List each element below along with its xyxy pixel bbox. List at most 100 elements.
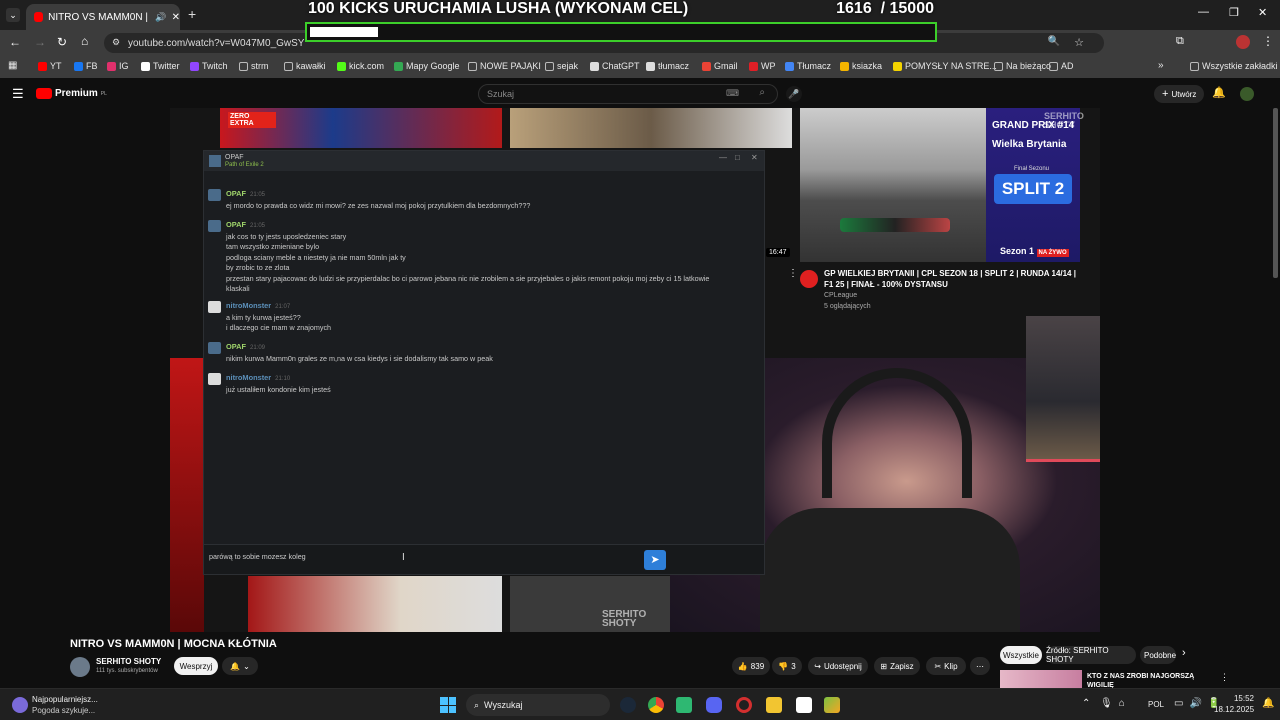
start-icon[interactable]	[440, 697, 456, 713]
next-video-title[interactable]: KTO Z NAS ZROBI NAJGORSZĄ WIGILIĘ	[1087, 672, 1197, 688]
share-button[interactable]: ↪ Udostępnij	[808, 657, 868, 675]
voice-search-icon[interactable]: 🎤	[786, 86, 802, 102]
steam-chat-window[interactable]: OPAF Path of Exile 2 — □ ✕ OPAF 21:05 ej m…	[203, 150, 765, 575]
weather-widget[interactable]: Najpopularniejsz... Pogoda szykuje...	[10, 693, 120, 717]
bookmark-2[interactable]: IG	[107, 61, 129, 71]
chat-maximize-icon[interactable]: □	[735, 153, 740, 162]
language-indicator[interactable]: POL	[1148, 700, 1164, 709]
more-bookmarks-icon[interactable]: »	[1158, 60, 1164, 71]
speaker-icon[interactable]: 🔊	[155, 12, 166, 23]
channel-avatar[interactable]	[70, 657, 90, 677]
create-button[interactable]: + Utwórz	[1154, 85, 1205, 103]
message-author[interactable]: OPAF	[226, 220, 246, 229]
bookmark-8[interactable]: Mapy Google	[394, 61, 460, 71]
site-info-icon[interactable]: ⚙	[112, 37, 120, 48]
clock[interactable]: 15:52 18.12.2025	[1214, 693, 1254, 715]
bookmark-10[interactable]: sejak	[545, 61, 578, 71]
apps-grid-icon[interactable]: ▦	[8, 60, 17, 71]
close-window-icon[interactable]: ✕	[1258, 6, 1267, 19]
send-icon[interactable]: ➤	[644, 550, 666, 570]
search-icon[interactable]: ⌕	[759, 87, 765, 98]
steam-icon[interactable]	[620, 697, 636, 713]
all-bookmarks-folder[interactable]: Wszystkie zakładki	[1190, 61, 1278, 71]
bookmark-11[interactable]: ChatGPT	[590, 61, 640, 71]
user-avatar[interactable]	[208, 189, 221, 201]
user-avatar[interactable]	[208, 220, 221, 232]
minimize-icon[interactable]: —	[1198, 6, 1209, 18]
notifications-dropdown[interactable]: 🔔 ⌄	[222, 657, 258, 675]
chat-close-icon[interactable]: ✕	[751, 153, 758, 162]
bookmark-9[interactable]: NOWE PAJĄKI	[468, 61, 541, 71]
bookmark-13[interactable]: Gmail	[702, 61, 738, 71]
shield-browser-icon[interactable]	[676, 697, 692, 713]
more-actions-button[interactable]: ⋯	[970, 657, 990, 675]
restore-icon[interactable]: ❐	[1229, 6, 1239, 19]
user-avatar[interactable]	[208, 342, 221, 354]
keyboard-icon[interactable]: ⌨	[726, 88, 739, 99]
recommendation-avatar[interactable]	[800, 270, 818, 288]
dislike-button[interactable]: 👎 3	[772, 657, 802, 675]
hamburger-menu-icon[interactable]: ☰	[12, 86, 24, 102]
opera-icon[interactable]	[736, 697, 752, 713]
chip-all[interactable]: Wszystkie	[1000, 646, 1042, 664]
channel-name[interactable]: SERHITO SHOTY	[96, 657, 161, 666]
recommendation-more-icon[interactable]: ⋮	[788, 268, 798, 279]
bookmark-5[interactable]: strm	[239, 61, 269, 71]
browser-tab[interactable]: NITRO VS MAMM0N | MOCN 🔊 ✕	[26, 4, 180, 30]
next-video-thumbnail[interactable]	[1000, 670, 1082, 688]
account-avatar[interactable]	[1240, 87, 1254, 101]
app-icon[interactable]	[824, 697, 840, 713]
bookmark-0[interactable]: YT	[38, 61, 62, 71]
notification-center-icon[interactable]: 🔔	[1262, 698, 1274, 709]
support-button[interactable]: Wesprzyj	[174, 657, 218, 675]
like-button[interactable]: 👍 839	[732, 657, 770, 675]
chip-source[interactable]: Źródło: SERHITO SHOTY	[1046, 646, 1136, 664]
bookmark-12[interactable]: tłumacz	[646, 61, 689, 71]
tray-overflow-icon[interactable]: ⌃	[1082, 698, 1090, 709]
forward-icon[interactable]: →	[34, 35, 46, 49]
bookmark-4[interactable]: Twitch	[190, 61, 228, 71]
bookmark-3[interactable]: Twitter	[141, 61, 180, 71]
message-author[interactable]: OPAF	[226, 189, 246, 198]
tab-search-button[interactable]: ⌄	[6, 8, 20, 22]
sidebar-scrollbar[interactable]	[1273, 108, 1278, 278]
chip-similar[interactable]: Podobne	[1140, 646, 1176, 664]
message-author[interactable]: OPAF	[226, 342, 246, 351]
bookmark-17[interactable]: POMYSŁY NA STRE...	[893, 61, 997, 71]
file-explorer-icon[interactable]	[766, 697, 782, 713]
bookmark-1[interactable]: FB	[74, 61, 98, 71]
taskbar-search[interactable]: ⌕ Wyszukaj	[466, 694, 610, 716]
message-author[interactable]: nitroMonster	[226, 301, 271, 310]
bookmark-6[interactable]: kawałki	[284, 61, 326, 71]
message-author[interactable]: nitroMonster	[226, 373, 271, 382]
capcut-icon[interactable]	[796, 697, 812, 713]
home-icon[interactable]: ⌂	[81, 34, 88, 48]
chat-input-field[interactable]: parówą to sobie mozesz koleg	[204, 544, 764, 574]
chips-next-icon[interactable]: ›	[1182, 647, 1186, 659]
friend-avatar[interactable]	[208, 301, 221, 313]
reload-icon[interactable]: ↻	[57, 35, 67, 49]
extensions-icon[interactable]: ⧉	[1176, 35, 1184, 48]
bookmark-16[interactable]: ksiazka	[840, 61, 882, 71]
menu-icon[interactable]: ⋮	[1262, 34, 1274, 48]
zoom-icon[interactable]: 🔍	[1048, 36, 1060, 47]
bookmark-7[interactable]: kick.com	[337, 61, 384, 71]
close-tab-icon[interactable]: ✕	[172, 12, 180, 23]
save-button[interactable]: ⊞ Zapisz	[874, 657, 920, 675]
chrome-icon[interactable]	[648, 697, 664, 713]
chat-minimize-icon[interactable]: —	[719, 153, 727, 162]
next-video-more-icon[interactable]: ⋮	[1220, 672, 1229, 683]
profile-icon[interactable]	[1236, 35, 1250, 49]
bookmark-15[interactable]: Tłumacz	[785, 61, 831, 71]
clip-button[interactable]: ✂ Klip	[926, 657, 966, 675]
friend-avatar[interactable]	[208, 373, 221, 385]
recommendation-title[interactable]: GP WIELKIEJ BRYTANII | CPL SEZON 18 | SP…	[824, 268, 1080, 290]
new-tab-button[interactable]: +	[188, 6, 196, 22]
bookmark-14[interactable]: WP	[749, 61, 776, 71]
bookmark-star-icon[interactable]: ☆	[1074, 36, 1084, 49]
youtube-logo[interactable]: Premium PL	[36, 88, 107, 99]
discord-icon[interactable]	[706, 697, 722, 713]
back-icon[interactable]: ←	[9, 35, 21, 49]
bookmark-18[interactable]: Na bieżąco	[994, 61, 1051, 71]
notifications-bell-icon[interactable]: 🔔	[1212, 86, 1226, 99]
